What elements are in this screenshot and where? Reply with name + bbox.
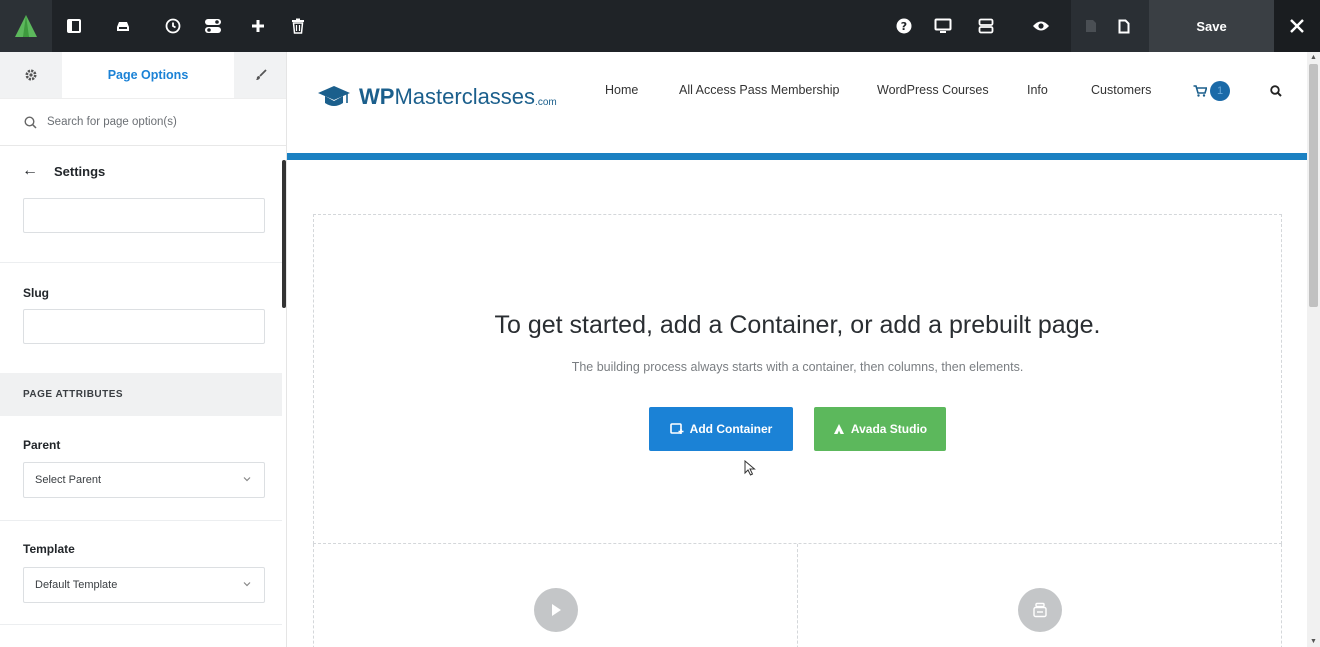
arrow-left-icon: ←: [22, 162, 38, 179]
page-scrollbar[interactable]: ▲ ▼: [1307, 52, 1320, 647]
brand-name: Masterclasses: [394, 84, 536, 109]
chevron-down-icon: [243, 477, 251, 482]
history-icon[interactable]: [155, 0, 191, 52]
scroll-up-icon[interactable]: ▲: [1310, 54, 1317, 61]
search-icon: [24, 115, 37, 129]
tab-page-options[interactable]: Page Options: [62, 52, 234, 98]
view-mode-group: [1071, 0, 1149, 52]
nav-info[interactable]: Info: [1027, 83, 1048, 97]
cart-icon[interactable]: [1193, 85, 1207, 97]
divider: [0, 624, 282, 625]
nav-wordpress-courses[interactable]: WordPress Courses: [877, 83, 989, 97]
page-icon[interactable]: [1076, 0, 1106, 52]
builder-toolbar: ? Save: [0, 0, 1320, 52]
library-icon[interactable]: [1018, 588, 1062, 632]
template-label: Template: [23, 542, 75, 556]
template-select-value: Default Template: [35, 579, 118, 591]
play-icon[interactable]: [534, 588, 578, 632]
scroll-down-icon[interactable]: ▼: [1310, 638, 1317, 645]
document-icon[interactable]: [1109, 0, 1139, 52]
search-input[interactable]: [47, 116, 267, 128]
sidebar-search: [0, 98, 286, 146]
scrollbar-thumb[interactable]: [1309, 64, 1318, 307]
add-container-label: Add Container: [689, 422, 773, 436]
page-canvas: WP Masterclasses .com Home All Access Pa…: [287, 52, 1307, 647]
avada-studio-label: Avada Studio: [850, 422, 928, 436]
trash-icon[interactable]: [280, 0, 316, 52]
parent-select-value: Select Parent: [35, 474, 102, 486]
toggles-icon[interactable]: [195, 0, 231, 52]
svg-text:?: ?: [901, 20, 907, 33]
container-drop-zone[interactable]: To get started, add a Container, or add …: [313, 214, 1282, 544]
slug-label: Slug: [23, 286, 49, 300]
help-icon[interactable]: ?: [886, 0, 922, 52]
library-icon[interactable]: [105, 0, 141, 52]
plus-icon[interactable]: [240, 0, 276, 52]
page-options-sidebar: Page Options ← Settings Slug PAGE ATTRIB…: [0, 52, 287, 647]
search-icon[interactable]: [1270, 85, 1282, 97]
eye-icon[interactable]: [1023, 0, 1059, 52]
brand-wp: WP: [359, 84, 395, 109]
column-zone-left[interactable]: [313, 544, 798, 647]
header-accent-bar: [287, 153, 1307, 160]
sidebar-toggle-icon[interactable]: [56, 0, 92, 52]
save-button[interactable]: Save: [1149, 0, 1274, 52]
brand-tld: .com: [535, 96, 557, 108]
title-field[interactable]: [23, 198, 265, 233]
chevron-down-icon: [243, 582, 251, 587]
sidebar-tabs: Page Options: [0, 52, 286, 98]
back-to-settings[interactable]: ← Settings: [0, 147, 286, 195]
avada-studio-button[interactable]: Avada Studio: [814, 407, 946, 451]
divider: [0, 262, 282, 263]
template-select[interactable]: Default Template: [23, 567, 265, 603]
mouse-cursor-icon: [744, 460, 756, 476]
slug-field[interactable]: [23, 309, 265, 344]
page-attributes-header: PAGE ATTRIBUTES: [0, 373, 282, 416]
brush-icon[interactable]: [234, 52, 286, 98]
layout-icon[interactable]: [968, 0, 1004, 52]
settings-title: Settings: [54, 163, 106, 179]
nav-home[interactable]: Home: [605, 83, 638, 97]
gear-icon[interactable]: [0, 52, 62, 98]
avada-logo-icon[interactable]: [0, 0, 52, 52]
builder-title: To get started, add a Container, or add …: [494, 311, 1101, 339]
add-container-icon: [669, 423, 684, 434]
nav-customers[interactable]: Customers: [1091, 83, 1151, 97]
divider: [0, 520, 282, 521]
nav-all-access-pass[interactable]: All Access Pass Membership: [679, 83, 839, 97]
graduation-cap-icon: [318, 86, 350, 106]
parent-label: Parent: [23, 438, 61, 452]
close-icon[interactable]: [1274, 0, 1320, 52]
site-header: WP Masterclasses .com Home All Access Pa…: [287, 52, 1307, 153]
parent-select[interactable]: Select Parent: [23, 462, 265, 498]
column-zone-right[interactable]: [797, 544, 1282, 647]
site-logo[interactable]: WP Masterclasses .com: [317, 83, 557, 111]
builder-subtitle: The building process always starts with …: [571, 360, 1024, 374]
add-container-button[interactable]: Add Container: [649, 407, 793, 451]
cart-count-badge[interactable]: 1: [1210, 81, 1230, 101]
avada-logo-icon: [833, 424, 844, 434]
desktop-icon[interactable]: [925, 0, 961, 52]
sidebar-scrollbar[interactable]: [282, 160, 286, 308]
